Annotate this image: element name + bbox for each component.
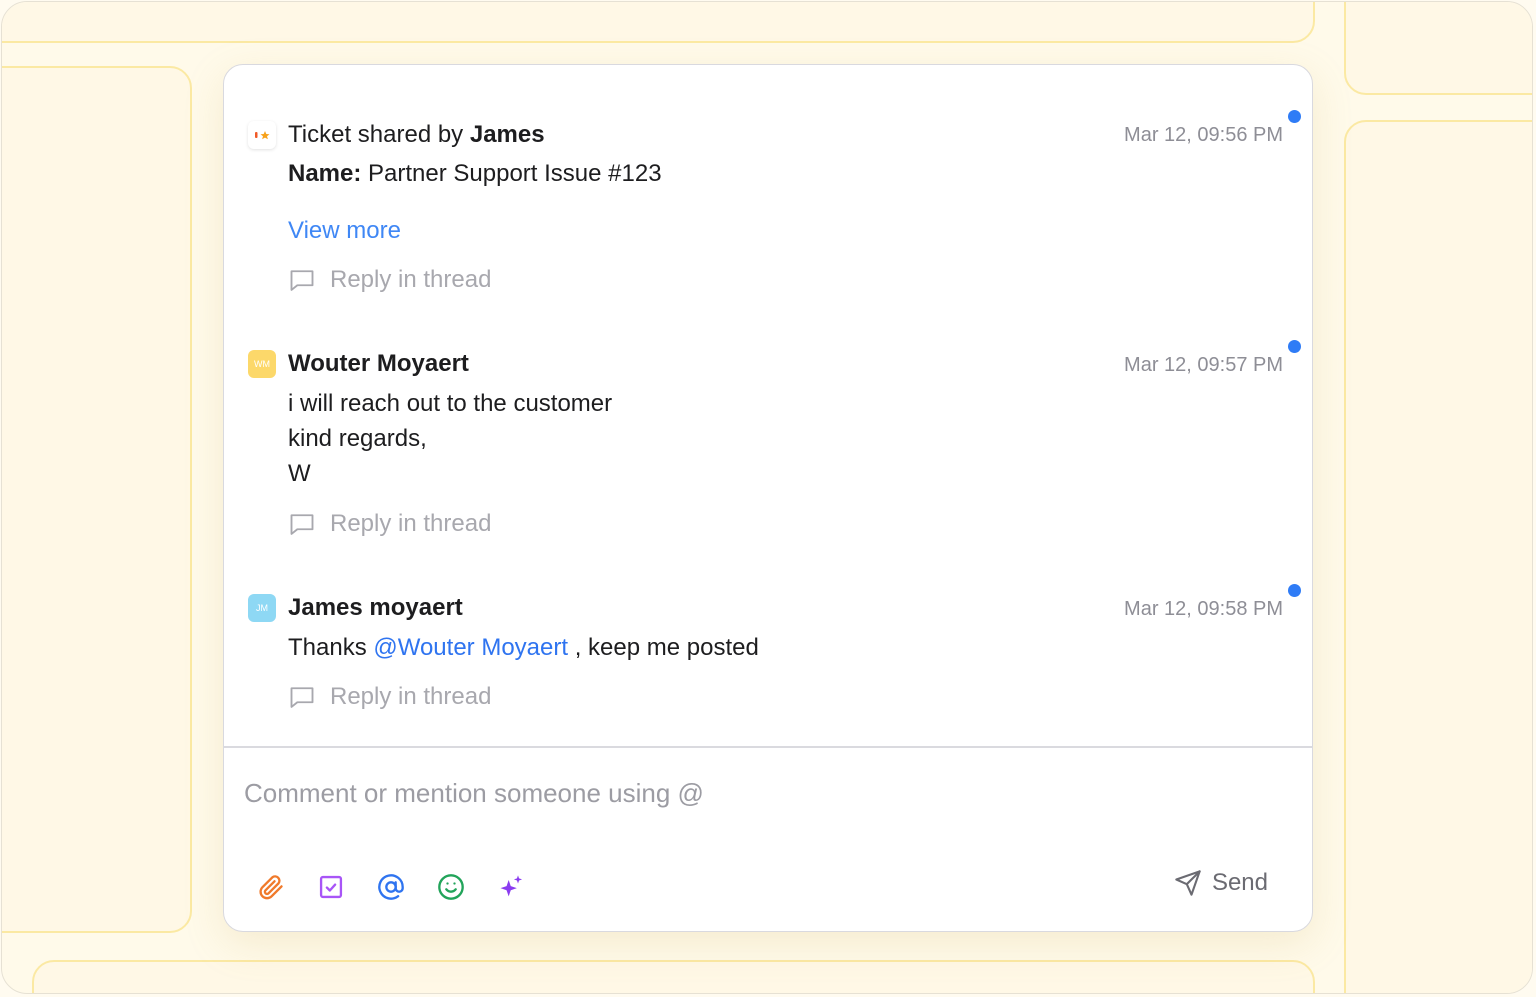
reply-in-thread-button[interactable]: Reply in thread: [288, 683, 491, 711]
message-author: James: [469, 121, 545, 148]
author-name: James moyaert: [288, 594, 463, 621]
ai-assist-button[interactable]: [495, 871, 527, 903]
reply-in-thread-button[interactable]: Reply in thread: [288, 266, 491, 294]
unread-indicator: [1288, 584, 1301, 597]
background-panel-top: [2, 2, 1315, 43]
message-author: James moyaert: [288, 594, 463, 622]
avatar: WM: [248, 350, 276, 378]
reply-in-thread-label: Reply in thread: [330, 266, 492, 293]
comment-icon: [290, 270, 314, 291]
message-title: Ticket shared by James: [288, 121, 545, 149]
user-mention[interactable]: @Wouter Moyaert: [373, 634, 568, 661]
background-panel-right-bottom: [1344, 120, 1532, 993]
reply-in-thread-label: Reply in thread: [330, 510, 492, 537]
sparkles-icon: [500, 875, 523, 897]
view-more-link[interactable]: View more: [288, 217, 401, 245]
reply-in-thread-button[interactable]: Reply in thread: [288, 510, 491, 538]
message-text: Thanks @Wouter Moyaert , keep me posted: [288, 634, 759, 662]
ticket-name-value: Partner Support Issue #123: [368, 160, 662, 187]
comment-input[interactable]: [244, 773, 1144, 813]
ticket-logo-icon: [255, 131, 270, 140]
message-timestamp: Mar 12, 09:56 PM: [1124, 124, 1283, 146]
message-text-line: W: [288, 460, 311, 487]
checkbox-icon: [319, 875, 343, 899]
message-timestamp: Mar 12, 09:58 PM: [1124, 598, 1283, 620]
send-button[interactable]: Send: [1174, 869, 1268, 897]
message-timestamp: Mar 12, 09:57 PM: [1124, 354, 1283, 376]
author-name: Wouter Moyaert: [288, 350, 469, 377]
background-panel-left: [2, 66, 192, 933]
ticket-shared-prefix: Ticket shared by: [288, 121, 464, 148]
message-text-line: kind regards,: [288, 425, 427, 452]
attach-button[interactable]: [255, 871, 287, 903]
mention-button[interactable]: [375, 871, 407, 903]
message-text-line: i will reach out to the customer: [288, 390, 613, 417]
send-label: Send: [1211, 869, 1268, 896]
message-text-after: , keep me posted: [574, 634, 759, 661]
smiley-icon: [438, 874, 464, 900]
background-panel-right-top: [1344, 2, 1532, 95]
reply-in-thread-label: Reply in thread: [330, 683, 492, 710]
comments-panel: Ticket shared by James Mar 12, 09:56 PM …: [223, 64, 1313, 932]
send-icon: [1175, 870, 1201, 896]
emoji-button[interactable]: [435, 871, 467, 903]
ticket-name-line: Name: Partner Support Issue #123: [288, 160, 662, 188]
unread-indicator: [1288, 340, 1301, 353]
comment-icon: [290, 687, 314, 708]
background-panel-bottom: [32, 960, 1315, 993]
ticket-avatar: [248, 121, 276, 149]
unread-indicator: [1288, 110, 1301, 123]
task-button[interactable]: [315, 871, 347, 903]
composer-divider: [224, 746, 1312, 748]
paperclip-icon: [259, 875, 283, 900]
ticket-name-label: Name:: [288, 160, 362, 187]
avatar: JM: [248, 594, 276, 622]
comment-icon: [290, 514, 314, 535]
at-sign-icon: [378, 874, 404, 900]
message-author: Wouter Moyaert: [288, 350, 469, 378]
message-text-before: Thanks: [288, 634, 367, 661]
